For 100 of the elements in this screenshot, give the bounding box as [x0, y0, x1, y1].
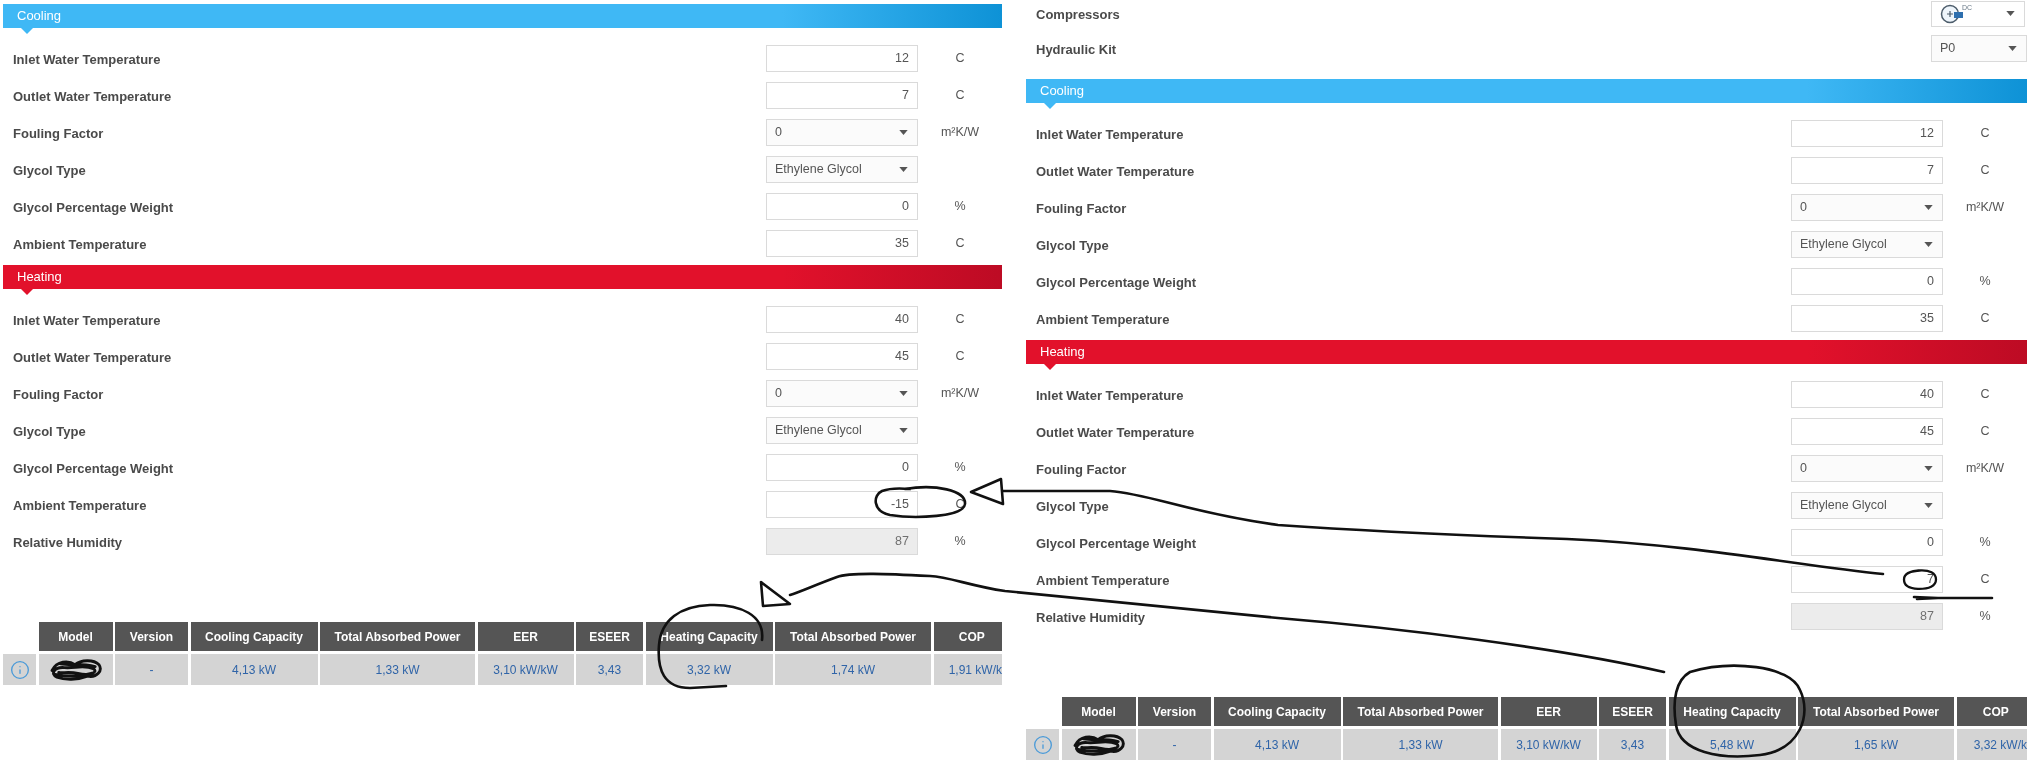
unit-label: C	[1980, 571, 1990, 589]
column-header: Total Absorbed Power	[775, 622, 931, 651]
column-header: ESEER	[1599, 697, 1666, 726]
column-header: Cooling Capacity	[1213, 697, 1341, 726]
input-field[interactable]: 12	[1791, 120, 1943, 147]
field-label: Relative Humidity	[13, 534, 123, 550]
unit-label: C	[1980, 125, 1990, 143]
dropdown[interactable]: P0	[1931, 35, 2027, 62]
section-header: Heating	[1026, 340, 2027, 364]
field-label: Ambient Temperature	[1036, 311, 1170, 327]
field-label: Fouling Factor	[1036, 200, 1127, 216]
dropdown[interactable]: Ethylene Glycol	[766, 156, 918, 183]
input-field[interactable]: 12	[766, 45, 918, 72]
table-cell: 3,43	[1599, 729, 1666, 760]
input-field[interactable]: 40	[1791, 381, 1943, 408]
field-label: Outlet Water Temperature	[13, 88, 172, 104]
caret-icon	[899, 167, 908, 172]
column-header: Heating Capacity	[1668, 697, 1796, 726]
table-cell: 4,13 kW	[190, 654, 318, 685]
dropdown[interactable]: 0	[766, 380, 918, 407]
unit-label: C	[955, 311, 965, 329]
pointer-icon	[1044, 103, 1056, 109]
field-label: Ambient Temperature	[13, 236, 147, 252]
field-label: Glycol Percentage Weight	[1036, 274, 1197, 290]
readonly-field: 87	[1791, 603, 1943, 630]
section-header: Cooling	[1026, 79, 2027, 103]
input-field[interactable]: 0	[1791, 268, 1943, 295]
table-cell: 1,65 kW	[1798, 729, 1954, 760]
column-header: Model	[1061, 697, 1136, 726]
dropdown[interactable]: 0	[1791, 194, 1943, 221]
field-label: Fouling Factor	[1036, 461, 1127, 477]
dropdown[interactable]: Ethylene Glycol	[1791, 492, 1943, 519]
pointer-icon	[21, 289, 33, 295]
input-field[interactable]: 0	[766, 454, 918, 481]
field-label: Compressors	[1036, 6, 1120, 22]
unit-label: %	[954, 459, 966, 477]
table-cell: 1,33 kW	[1343, 729, 1498, 760]
caret-icon	[1924, 242, 1933, 247]
input-field[interactable]: 7	[766, 82, 918, 109]
info-icon[interactable]	[9, 659, 30, 680]
field-label: Ambient Temperature	[1036, 572, 1170, 588]
caret-icon	[899, 130, 908, 135]
column-header: ESEER	[576, 622, 643, 651]
field-label: Glycol Percentage Weight	[13, 460, 174, 476]
readonly-field: 87	[766, 528, 918, 555]
table-cell: 3,32 kW/k	[1956, 729, 2027, 760]
input-field[interactable]: 7	[1791, 566, 1943, 593]
input-field[interactable]: 45	[1791, 418, 1943, 445]
field-label: Inlet Water Temperature	[13, 312, 161, 328]
compressor-icon	[1940, 3, 1964, 24]
field-label: Glycol Type	[1036, 237, 1109, 253]
column-header: Cooling Capacity	[190, 622, 318, 651]
column-header: Version	[115, 622, 188, 651]
input-field[interactable]: 45	[766, 343, 918, 370]
unit-label: C	[955, 235, 965, 253]
table-cell: 4,13 kW	[1213, 729, 1341, 760]
field-label: Outlet Water Temperature	[1036, 163, 1195, 179]
table-cell: -	[1138, 729, 1211, 760]
field-label: Ambient Temperature	[13, 497, 147, 513]
dropdown[interactable]: Ethylene Glycol	[766, 417, 918, 444]
unit-label: m²K/W	[940, 385, 980, 403]
dropdown[interactable]: 0	[1791, 455, 1943, 482]
unit-label: C	[1980, 162, 1990, 180]
field-label: Inlet Water Temperature	[1036, 387, 1184, 403]
unit-label: C	[1980, 386, 1990, 404]
table-cell: -	[115, 654, 188, 685]
info-icon[interactable]	[1032, 734, 1053, 755]
field-label: Glycol Type	[1036, 498, 1109, 514]
unit-label: C	[1980, 310, 1990, 328]
unit-label: %	[1979, 534, 1991, 552]
unit-label: m²K/W	[1965, 199, 2005, 217]
input-field[interactable]: 40	[766, 306, 918, 333]
field-label: Fouling Factor	[13, 125, 104, 141]
input-field[interactable]: 35	[766, 230, 918, 257]
unit-label: C	[955, 496, 965, 514]
unit-label: m²K/W	[940, 124, 980, 142]
unit-label: %	[1979, 273, 1991, 291]
field-label: Inlet Water Temperature	[1036, 126, 1184, 142]
table-cell: 3,10 kW/kW	[477, 654, 574, 685]
input-field[interactable]: 0	[766, 193, 918, 220]
input-field[interactable]: 35	[1791, 305, 1943, 332]
dropdown[interactable]: Ethylene Glycol	[1791, 231, 1943, 258]
unit-label: C	[1980, 423, 1990, 441]
column-header: Heating Capacity	[645, 622, 773, 651]
unit-label: %	[1979, 608, 1991, 626]
section-header: Cooling	[3, 4, 1002, 28]
table-cell: 3,32 kW	[645, 654, 773, 685]
input-field[interactable]: 7	[1791, 157, 1943, 184]
input-field[interactable]: 0	[1791, 529, 1943, 556]
column-header: Total Absorbed Power	[320, 622, 475, 651]
dropdown[interactable]: 0	[766, 119, 918, 146]
field-label: Outlet Water Temperature	[13, 349, 172, 365]
caret-icon	[899, 428, 908, 433]
field-label: Glycol Percentage Weight	[1036, 535, 1197, 551]
unit-label: %	[954, 533, 966, 551]
input-field[interactable]: -15	[766, 491, 918, 518]
field-label: Relative Humidity	[1036, 609, 1146, 625]
table-cell: 1,74 kW	[775, 654, 931, 685]
column-header: Model	[38, 622, 113, 651]
column-header: EER	[1500, 697, 1597, 726]
